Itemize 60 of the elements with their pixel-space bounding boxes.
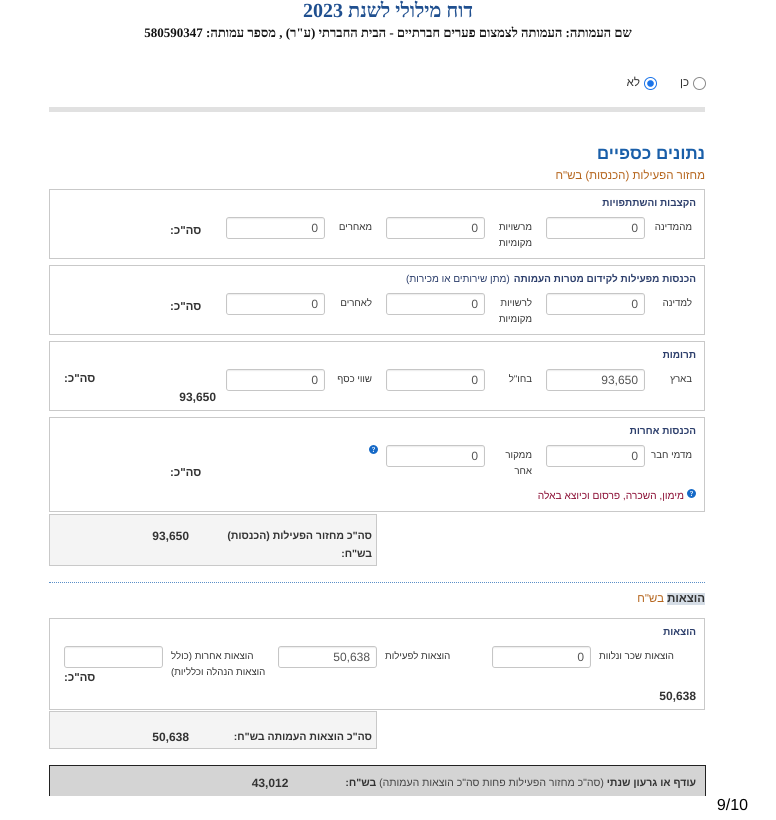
balance-label: עודף או גרעון שנתי (סה"כ מחזור הפעילות פחות סה"כ הוצאות העמותה) בש"ח: <box>345 776 696 791</box>
total-label: סה"כ: <box>170 300 202 314</box>
summary-label: סה"כ מחזור הפעילות (הכנסות) בש"ח: <box>227 530 372 560</box>
report-title: דוח מילולי לשנת 2023 <box>303 0 473 22</box>
field-label: מרשויות מקומיות <box>498 222 532 249</box>
number-field[interactable]: 0 <box>546 445 645 467</box>
section-title: הקצבות והשתתפויות <box>602 197 696 211</box>
number-field[interactable]: 0 <box>386 293 485 315</box>
field-label: מדמי חבר <box>651 450 692 461</box>
field-label: לאחרים <box>340 298 372 309</box>
number-field[interactable]: 0 <box>226 293 325 315</box>
total-label: סה"כ: <box>170 466 202 480</box>
field-label: ממקור אחר <box>505 450 532 477</box>
section-title: הוצאות <box>663 626 696 640</box>
number-field[interactable] <box>64 646 163 668</box>
radio-label: לא <box>626 76 640 90</box>
radio-button[interactable] <box>693 76 706 90</box>
field-label: הוצאות שכר ונלוות <box>599 651 674 662</box>
subsection-heading: מחזור הפעילות (הכנסות) בש"ח <box>555 168 705 184</box>
field-label: הוצאות לפעילות <box>385 651 450 662</box>
total-label: סה"כ: <box>170 224 202 238</box>
section-title: הכנסות מפעילות לקידום מטרות העמותה <box>514 273 696 287</box>
field-label: מהמדינה <box>654 222 692 233</box>
summary-value: 50,638 <box>152 729 189 746</box>
note-text: מימון, השכרה, פרסום וכיוצא באלה <box>538 490 684 504</box>
field-label: בחו"ל <box>508 374 532 385</box>
number-field[interactable]: 0 <box>492 646 591 668</box>
total-label: סה"כ: <box>64 372 96 386</box>
field-label: לרשויות מקומיות <box>498 298 532 325</box>
help-icon[interactable] <box>687 489 696 498</box>
number-field[interactable]: 93,650 <box>546 369 645 391</box>
number-field[interactable]: 0 <box>386 369 485 391</box>
field-label: מאחרים <box>338 222 372 233</box>
section-heading: נתונים כספיים <box>596 144 705 164</box>
subsection-heading: הוצאות בש"ח <box>637 592 705 607</box>
number-field[interactable]: 0 <box>546 217 645 239</box>
help-icon[interactable] <box>369 445 378 454</box>
organization-info: שם העמותה: העמותה לצמצום פערים חברתיים - הבית החברתי (ע"ר) , מספר עמותה: 580590347 <box>144 26 632 40</box>
number-field[interactable]: 0 <box>546 293 645 315</box>
section-title: תרומות <box>662 349 696 363</box>
total-value: 50,638 <box>659 689 696 703</box>
total-label: סה"כ: <box>64 671 96 685</box>
section-title-note: (מתן שירותים או מכירות) <box>406 273 510 287</box>
number-field[interactable]: 0 <box>386 217 485 239</box>
number-field[interactable]: 0 <box>386 445 485 467</box>
field-label: בארץ <box>670 374 692 385</box>
field-label: למדינה <box>662 298 692 309</box>
number-field[interactable]: 0 <box>226 217 325 239</box>
number-field[interactable]: 50,638 <box>278 646 377 668</box>
radio-label: כן <box>680 76 689 90</box>
summary-value: 93,650 <box>152 528 189 545</box>
section-title: הכנסות אחרות <box>630 425 696 439</box>
total-value: 93,650 <box>179 390 216 404</box>
number-field[interactable]: 0 <box>226 369 325 391</box>
page-number: 9/10 <box>716 798 748 814</box>
radio-button[interactable] <box>644 76 657 90</box>
field-label: שווי כסף <box>337 374 372 385</box>
summary-label: סה"כ הוצאות העמותה בש"ח: <box>234 731 372 743</box>
field-label: הוצאות אחרות (כולל הוצאות הנהלה וכלליות) <box>171 651 266 678</box>
balance-value: 43,012 <box>252 775 288 791</box>
